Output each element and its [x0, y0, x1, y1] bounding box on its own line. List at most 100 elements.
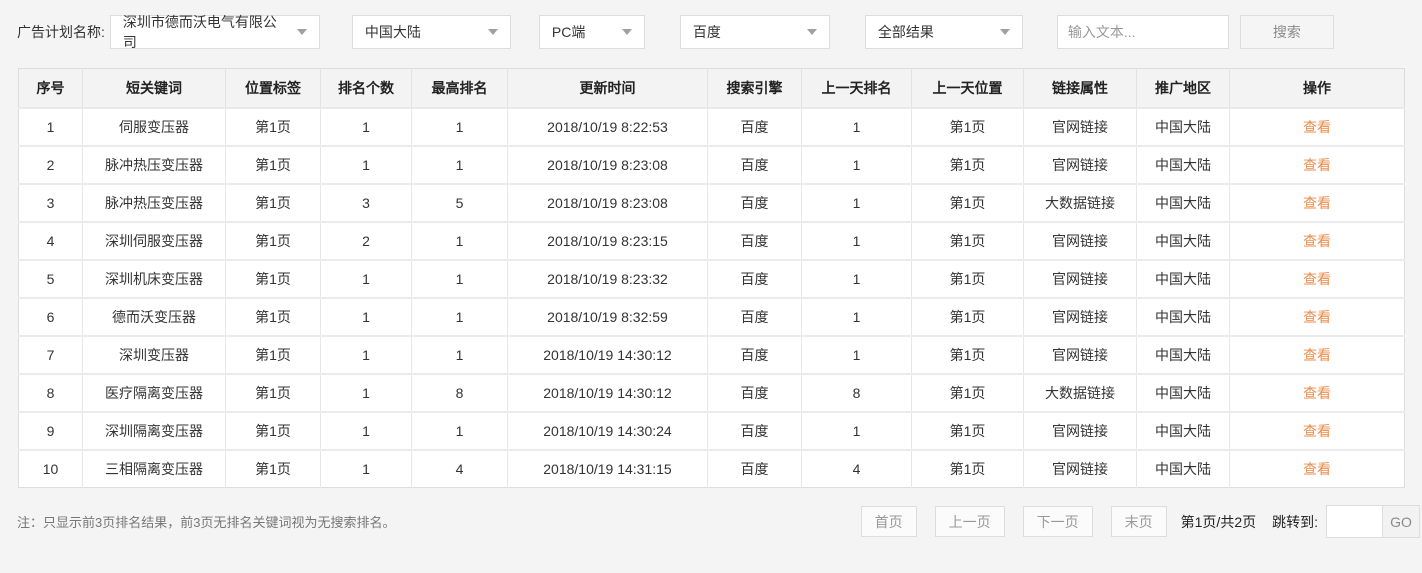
table-row: 8 医疗隔离变压器 第1页 1 8 2018/10/19 14:30:12 百度…	[18, 373, 1405, 413]
cell-best-rank: 1	[411, 259, 508, 299]
cell-update-time: 2018/10/19 14:30:24	[507, 411, 708, 451]
prev-page-button[interactable]: 上一页	[934, 506, 1005, 537]
column-header-rank-count: 排名个数	[320, 68, 412, 109]
chevron-down-icon	[487, 29, 498, 35]
table-row: 2 脉冲热压变压器 第1页 1 1 2018/10/19 8:23:08 百度 …	[18, 145, 1405, 185]
region-select[interactable]: 中国大陆	[351, 15, 511, 49]
cell-link-type: 大数据链接	[1023, 373, 1137, 413]
cell-link-type: 大数据链接	[1023, 183, 1137, 223]
chevron-down-icon	[999, 29, 1010, 35]
view-link[interactable]: 查看	[1303, 119, 1331, 135]
cell-link-type: 官网链接	[1023, 221, 1137, 261]
cell-link-type: 官网链接	[1023, 259, 1137, 299]
column-header-prev-day-position: 上一天位置	[911, 68, 1024, 109]
cell-keyword: 医疗隔离变压器	[82, 373, 226, 413]
filter-bar: 广告计划名称: 深圳市德而沃电气有限公司 中国大陆 PC端 百度 全部结果 搜索	[0, 0, 1422, 50]
cell-update-time: 2018/10/19 8:23:08	[507, 145, 708, 185]
cell-actions: 查看	[1229, 259, 1405, 299]
view-link[interactable]: 查看	[1303, 423, 1331, 439]
cell-best-rank: 1	[411, 107, 508, 147]
next-page-button[interactable]: 下一页	[1022, 506, 1093, 537]
go-button[interactable]: GO	[1382, 505, 1420, 538]
search-input[interactable]	[1056, 15, 1229, 49]
cell-prev-day-rank: 1	[801, 183, 912, 223]
view-link[interactable]: 查看	[1303, 195, 1331, 211]
cell-index: 3	[18, 183, 83, 223]
view-link[interactable]: 查看	[1303, 271, 1331, 287]
column-header-best-rank: 最高排名	[411, 68, 508, 109]
result-select[interactable]: 全部结果	[864, 15, 1023, 49]
cell-keyword: 德而沃变压器	[82, 297, 226, 337]
cell-position-tag: 第1页	[225, 449, 321, 488]
cell-search-engine: 百度	[707, 297, 802, 337]
table-row: 9 深圳隔离变压器 第1页 1 1 2018/10/19 14:30:24 百度…	[18, 411, 1405, 451]
column-header-position-tag: 位置标签	[225, 68, 321, 109]
cell-prev-day-rank: 1	[801, 221, 912, 261]
cell-rank-count: 1	[320, 259, 412, 299]
device-select[interactable]: PC端	[538, 15, 645, 49]
view-link[interactable]: 查看	[1303, 385, 1331, 401]
page-info: 第1页/共2页	[1180, 513, 1257, 530]
search-button[interactable]: 搜索	[1239, 15, 1334, 49]
cell-actions: 查看	[1229, 373, 1405, 413]
cell-promo-region: 中国大陆	[1136, 297, 1230, 337]
cell-rank-count: 1	[320, 411, 412, 451]
column-header-prev-day-rank: 上一天排名	[801, 68, 912, 109]
cell-index: 2	[18, 145, 83, 185]
footer: 注：只显示前3页排名结果，前3页无排名关键词视为无搜索排名。 首页 上一页 下一…	[17, 505, 1420, 538]
cell-update-time: 2018/10/19 8:32:59	[507, 297, 708, 337]
cell-search-engine: 百度	[707, 145, 802, 185]
cell-search-engine: 百度	[707, 221, 802, 261]
plan-select[interactable]: 深圳市德而沃电气有限公司	[109, 14, 320, 50]
chevron-down-icon	[806, 29, 817, 35]
cell-promo-region: 中国大陆	[1136, 259, 1230, 299]
cell-keyword: 深圳变压器	[82, 335, 226, 375]
cell-prev-day-rank: 1	[801, 411, 912, 451]
table-row: 6 德而沃变压器 第1页 1 1 2018/10/19 8:32:59 百度 1…	[18, 297, 1405, 337]
view-link[interactable]: 查看	[1303, 461, 1331, 477]
first-page-button[interactable]: 首页	[860, 506, 917, 537]
cell-prev-day-position: 第1页	[911, 259, 1024, 299]
cell-keyword: 脉冲热压变压器	[82, 183, 226, 223]
cell-promo-region: 中国大陆	[1136, 373, 1230, 413]
cell-link-type: 官网链接	[1023, 449, 1137, 488]
cell-prev-day-position: 第1页	[911, 411, 1024, 451]
cell-search-engine: 百度	[707, 259, 802, 299]
column-header-index: 序号	[18, 68, 83, 109]
column-header-search-engine: 搜索引擎	[707, 68, 802, 109]
cell-actions: 查看	[1229, 107, 1405, 147]
cell-best-rank: 1	[411, 335, 508, 375]
cell-position-tag: 第1页	[225, 183, 321, 223]
cell-prev-day-rank: 8	[801, 373, 912, 413]
cell-prev-day-position: 第1页	[911, 107, 1024, 147]
cell-promo-region: 中国大陆	[1136, 411, 1230, 451]
cell-update-time: 2018/10/19 8:23:32	[507, 259, 708, 299]
cell-best-rank: 1	[411, 411, 508, 451]
cell-position-tag: 第1页	[225, 145, 321, 185]
jump-page-input[interactable]	[1326, 505, 1382, 538]
cell-keyword: 三相隔离变压器	[82, 449, 226, 488]
table-row: 1 伺服变压器 第1页 1 1 2018/10/19 8:22:53 百度 1 …	[18, 107, 1405, 147]
cell-best-rank: 1	[411, 221, 508, 261]
cell-position-tag: 第1页	[225, 107, 321, 147]
engine-select[interactable]: 百度	[679, 15, 830, 49]
footnote: 注：只显示前3页排名结果，前3页无排名关键词视为无搜索排名。	[17, 515, 396, 530]
cell-update-time: 2018/10/19 8:23:15	[507, 221, 708, 261]
view-link[interactable]: 查看	[1303, 157, 1331, 173]
cell-index: 5	[18, 259, 83, 299]
cell-actions: 查看	[1229, 183, 1405, 223]
column-header-promo-region: 推广地区	[1136, 68, 1230, 109]
cell-link-type: 官网链接	[1023, 297, 1137, 337]
last-page-button[interactable]: 末页	[1110, 506, 1167, 537]
cell-actions: 查看	[1229, 221, 1405, 261]
cell-prev-day-rank: 4	[801, 449, 912, 488]
cell-position-tag: 第1页	[225, 259, 321, 299]
column-header-update-time: 更新时间	[507, 68, 708, 109]
view-link[interactable]: 查看	[1303, 309, 1331, 325]
column-header-actions: 操作	[1229, 68, 1405, 109]
cell-keyword: 深圳伺服变压器	[82, 221, 226, 261]
cell-link-type: 官网链接	[1023, 145, 1137, 185]
view-link[interactable]: 查看	[1303, 347, 1331, 363]
view-link[interactable]: 查看	[1303, 233, 1331, 249]
cell-rank-count: 1	[320, 335, 412, 375]
